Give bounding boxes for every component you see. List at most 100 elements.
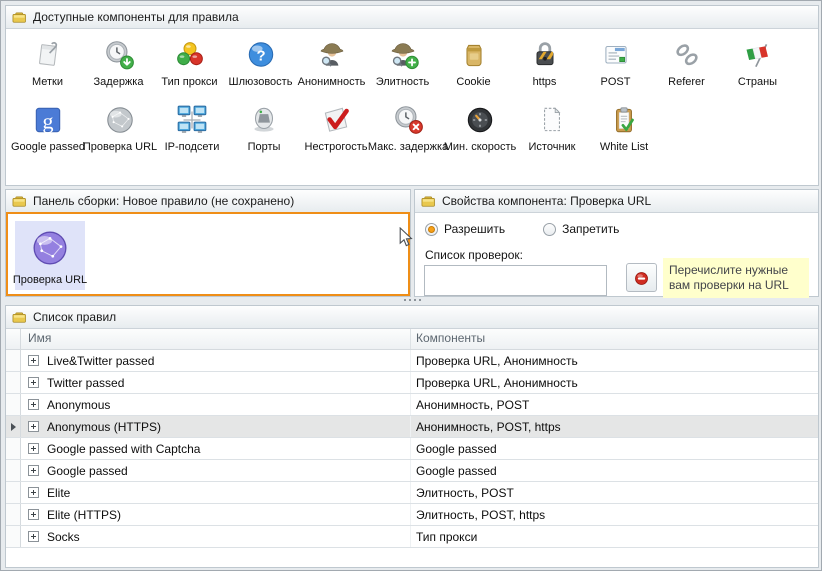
palette-item-post[interactable]: POST	[580, 38, 651, 88]
component-properties-header: Свойства компонента: Проверка URL	[415, 190, 818, 213]
radio-allow-circle[interactable]	[425, 223, 438, 236]
palette-item-source[interactable]: Источник	[516, 103, 588, 153]
cookie-icon	[457, 38, 491, 72]
check-list-label: Список проверок:	[425, 248, 523, 262]
component-properties-title: Свойства компонента: Проверка URL	[442, 194, 651, 208]
rule-row[interactable]: Live&Twitter passedПроверка URL, Анонимн…	[6, 350, 818, 372]
palette-item-non-strict[interactable]: Нестрогость	[300, 103, 372, 153]
expand-plus-icon[interactable]	[28, 377, 39, 388]
radio-allow[interactable]: Разрешить	[425, 222, 505, 236]
expand-plus-icon[interactable]	[28, 531, 39, 542]
url-check-purple-icon	[28, 226, 72, 273]
palette-item-label: https	[533, 76, 557, 88]
ip-subnets-icon	[175, 103, 209, 137]
rule-components-cell: Тип прокси	[411, 526, 818, 547]
rule-row[interactable]: Google passedGoogle passed	[6, 460, 818, 482]
palette-item-label: Нестрогость	[305, 141, 368, 153]
row-selector-gutter	[6, 416, 21, 437]
build-area[interactable]: Проверка URL	[6, 212, 410, 296]
rule-components: Google passed	[416, 464, 497, 478]
rule-row[interactable]: SocksТип прокси	[6, 526, 818, 548]
min-speed-icon	[463, 103, 497, 137]
rule-row[interactable]: Anonymous Анонимность, POST	[6, 394, 818, 416]
palette-item-label: POST	[601, 76, 631, 88]
palette-item-proxy-type[interactable]: Тип прокси	[154, 38, 225, 88]
row-selector-gutter-header	[6, 329, 21, 349]
remove-button[interactable]	[626, 263, 657, 292]
rules-list-header: Список правил	[6, 306, 818, 329]
rule-components: Анонимность, POST	[416, 398, 529, 412]
anonymity-icon	[315, 38, 349, 72]
palette-item-elite[interactable]: Элитность	[367, 38, 438, 88]
url-checks-tooltip: Перечислите нужные вам проверки на URL	[663, 258, 809, 298]
rule-row[interactable]: Elite (HTTPS)Элитность, POST, https	[6, 504, 818, 526]
rule-row[interactable]: Google passed with CaptchaGoogle passed	[6, 438, 818, 460]
radio-deny[interactable]: Запретить	[543, 222, 619, 236]
rule-name: Live&Twitter passed	[47, 354, 154, 368]
build-panel-icon	[12, 194, 27, 209]
palette-item-url-check[interactable]: Проверка URL	[84, 103, 156, 153]
rule-name: Elite (HTTPS)	[47, 508, 121, 522]
palette-item-cookie[interactable]: Cookie	[438, 38, 509, 88]
rule-components-cell: Анонимность, POST, https	[411, 416, 818, 437]
rule-name: Anonymous	[47, 398, 110, 412]
palette-item-max-delay[interactable]: Макс. задержка	[372, 103, 444, 153]
rule-components: Тип прокси	[416, 530, 477, 544]
palette-item-referer[interactable]: Referer	[651, 38, 722, 88]
column-header-name[interactable]: Имя	[21, 329, 411, 349]
expand-plus-icon[interactable]	[28, 509, 39, 520]
rule-components-cell: Анонимность, POST	[411, 394, 818, 415]
column-header-components[interactable]: Компоненты	[411, 329, 818, 349]
expand-plus-icon[interactable]	[28, 355, 39, 366]
expand-plus-icon[interactable]	[28, 443, 39, 454]
row-selector-gutter	[6, 460, 21, 481]
row-selector-gutter	[6, 438, 21, 459]
palette-item-gateway[interactable]: ?Шлюзовость	[225, 38, 296, 88]
rule-name-cell: Anonymous (HTTPS)	[21, 416, 411, 437]
gateway-icon: ?	[244, 38, 278, 72]
palette-item-ip-subnets[interactable]: IP-подсети	[156, 103, 228, 153]
palette-item-whitelist[interactable]: White List	[588, 103, 660, 153]
rule-components: Проверка URL, Анонимность	[416, 376, 578, 390]
available-components-title: Доступные компоненты для правила	[33, 10, 239, 24]
expand-plus-icon[interactable]	[28, 465, 39, 476]
rule-row[interactable]: Anonymous (HTTPS)Анонимность, POST, http…	[6, 416, 818, 438]
palette-item-anonymity[interactable]: Анонимность	[296, 38, 367, 88]
rules-list-title: Список правил	[33, 310, 116, 324]
proxy-type-icon	[173, 38, 207, 72]
rule-name-cell: Twitter passed	[21, 372, 411, 393]
rules-panel-icon	[12, 310, 27, 325]
radio-deny-circle[interactable]	[543, 223, 556, 236]
component-properties-panel: Свойства компонента: Проверка URL Разреш…	[414, 189, 819, 297]
palette-item-label: White List	[600, 141, 648, 153]
rule-components: Элитность, POST	[416, 486, 514, 500]
splitter-handle[interactable]	[404, 299, 421, 301]
palette-item-label: Проверка URL	[83, 141, 157, 153]
expand-plus-icon[interactable]	[28, 487, 39, 498]
expand-plus-icon[interactable]	[28, 399, 39, 410]
check-list-input[interactable]	[424, 265, 607, 296]
available-components-panel: Доступные компоненты для правила МеткиЗа…	[5, 5, 819, 186]
ports-icon	[247, 103, 281, 137]
palette-item-https[interactable]: https	[509, 38, 580, 88]
row-selector-gutter	[6, 504, 21, 525]
rule-row[interactable]: EliteЭлитность, POST	[6, 482, 818, 504]
rules-list-panel: Список правил Имя Компоненты Live&Twitte…	[5, 305, 819, 568]
row-selector-gutter	[6, 482, 21, 503]
palette-item-label: Google passed	[11, 141, 85, 153]
palette-item-countries[interactable]: Страны	[722, 38, 793, 88]
minus-icon	[634, 270, 649, 285]
palette-item-delay[interactable]: Задержка	[83, 38, 154, 88]
build-item-label: Проверка URL	[13, 274, 87, 286]
build-item-url-check[interactable]: Проверка URL	[15, 221, 85, 290]
palette-item-google[interactable]: gGoogle passed	[12, 103, 84, 153]
elite-icon	[386, 38, 420, 72]
palette-row-1: МеткиЗадержка Тип прокси ?ШлюзовостьАноним…	[6, 38, 818, 88]
palette-item-min-speed[interactable]: Мин. скорость	[444, 103, 516, 153]
palette-item-notes[interactable]: Метки	[12, 38, 83, 88]
rule-row[interactable]: Twitter passed Проверка URL, Анонимность	[6, 372, 818, 394]
rule-name-cell: Anonymous	[21, 394, 411, 415]
palette-item-ports[interactable]: Порты	[228, 103, 300, 153]
expand-plus-icon[interactable]	[28, 421, 39, 432]
palette-item-label: Тип прокси	[161, 76, 217, 88]
